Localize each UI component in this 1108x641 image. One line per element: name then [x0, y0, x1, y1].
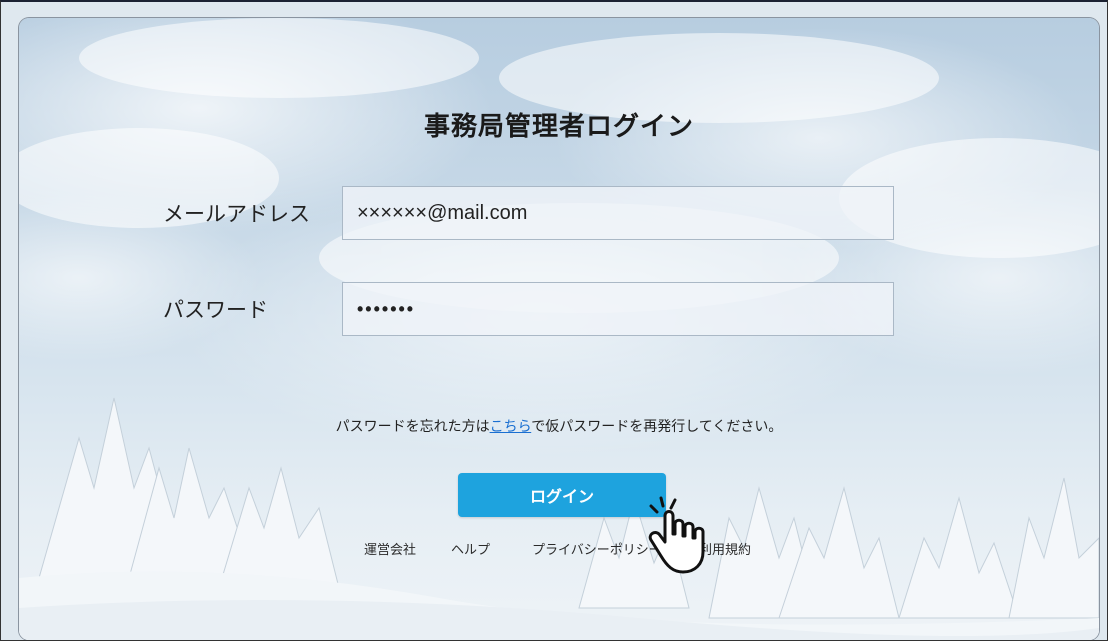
page-title: 事務局管理者ログイン — [423, 112, 694, 142]
password-label: パスワード — [163, 298, 268, 322]
footer-link-help[interactable]: ヘルプ — [451, 539, 490, 558]
forgot-password-link[interactable]: こちら — [490, 419, 532, 435]
password-field[interactable]: ••••••• — [342, 282, 894, 336]
screen-frame: 事務局管理者ログイン メールアドレス ××××××@mail.com パスワード… — [0, 0, 1108, 641]
footer-link-company[interactable]: 運営会社 — [364, 539, 416, 558]
email-field[interactable]: ××××××@mail.com — [342, 186, 894, 240]
forgot-suffix: で仮パスワードを再発行してください。 — [531, 419, 783, 435]
hand-pointer-icon — [648, 496, 705, 574]
login-button[interactable]: ログイン — [458, 473, 666, 517]
login-panel: 事務局管理者ログイン メールアドレス ××××××@mail.com パスワード… — [19, 18, 1099, 640]
password-masked-value: ••••••• — [357, 299, 416, 319]
forgot-password-text: パスワードを忘れた方はこちらで仮パスワードを再発行してください。 — [19, 416, 1099, 436]
email-label: メールアドレス — [163, 202, 310, 226]
forgot-prefix: パスワードを忘れた方は — [335, 419, 490, 435]
